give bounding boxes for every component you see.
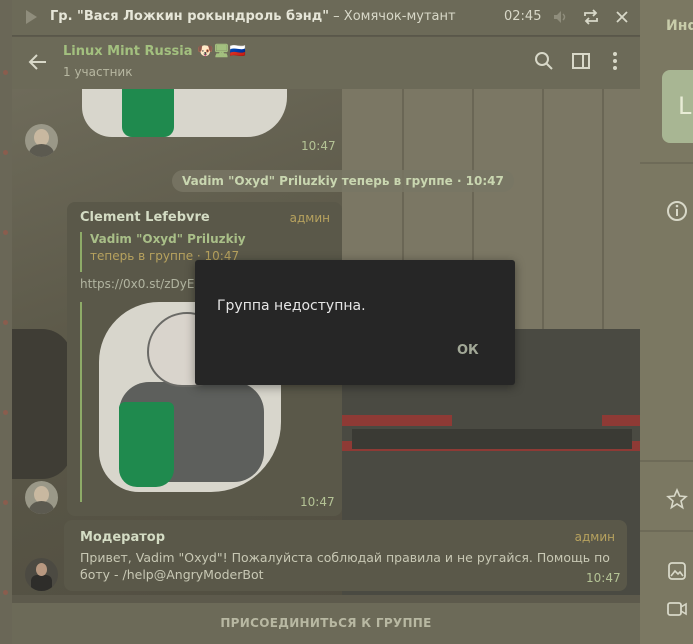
track-info: Гр. "Вася Ложкин рокындроль бэнд" – Хомя… bbox=[50, 9, 456, 24]
star-icon[interactable] bbox=[666, 487, 688, 510]
volume-icon[interactable] bbox=[552, 8, 570, 30]
avatar[interactable] bbox=[25, 481, 58, 514]
sidebar-toggle-icon[interactable] bbox=[571, 51, 591, 75]
repeat-icon[interactable] bbox=[582, 8, 600, 30]
message-author[interactable]: Модератор bbox=[80, 530, 165, 545]
track-separator: – bbox=[329, 9, 344, 24]
info-panel: Инфо L bbox=[640, 0, 693, 644]
avatar[interactable] bbox=[25, 558, 58, 591]
message-time: 10:47 bbox=[586, 571, 621, 585]
service-message: Vadim "Oxyd" Priluzkiy теперь в группе ·… bbox=[172, 170, 514, 192]
sticker-coffee[interactable] bbox=[82, 89, 287, 137]
member-count: 1 участник bbox=[63, 65, 133, 79]
info-icon bbox=[666, 200, 688, 222]
music-player-bar: Гр. "Вася Ложкин рокындроль бэнд" – Хомя… bbox=[12, 0, 640, 36]
message-text: Привет, Vadim "Oxyd"! Пожалуйста соблюда… bbox=[80, 550, 610, 582]
admin-badge: админ bbox=[289, 211, 330, 225]
close-icon[interactable] bbox=[614, 8, 630, 30]
chat-header: Linux Mint Russia 🐶🖥🇷🇺 1 участник bbox=[12, 37, 640, 89]
message-author[interactable]: Clement Lefebvre bbox=[80, 210, 210, 225]
quote-bar bbox=[80, 302, 82, 502]
divider bbox=[640, 460, 693, 462]
message-bubble[interactable]: Модератор админ Привет, Vadim "Oxyd"! По… bbox=[64, 520, 627, 591]
admin-badge: админ bbox=[574, 530, 615, 544]
play-icon[interactable] bbox=[24, 9, 38, 29]
divider bbox=[640, 162, 693, 164]
photo-icon[interactable] bbox=[666, 560, 688, 582]
back-arrow-icon[interactable] bbox=[28, 52, 48, 76]
more-vert-icon[interactable] bbox=[612, 51, 618, 75]
message-time: 10:47 bbox=[301, 139, 336, 153]
track-time: 02:45 bbox=[504, 9, 542, 24]
video-icon[interactable] bbox=[666, 598, 688, 620]
card-letter: L bbox=[678, 92, 692, 120]
left-window-edge bbox=[0, 0, 12, 644]
error-dialog: Группа недоступна. ОК bbox=[195, 260, 515, 385]
chat-title-text: Linux Mint Russia bbox=[63, 44, 193, 59]
ok-button[interactable]: ОК bbox=[457, 343, 479, 358]
avatar[interactable] bbox=[25, 124, 58, 157]
message-link[interactable]: https://0x0.st/zDyE bbox=[80, 277, 194, 291]
join-bar: ПРИСОЕДИНИТЬСЯ К ГРУППЕ bbox=[12, 603, 640, 644]
track-group: Гр. "Вася Ложкин рокындроль бэнд" bbox=[50, 9, 330, 24]
chat-title[interactable]: Linux Mint Russia 🐶🖥🇷🇺 bbox=[63, 44, 246, 59]
search-icon[interactable] bbox=[534, 51, 554, 75]
reply-author: Vadim "Oxyd" Priluzkiy bbox=[90, 232, 246, 246]
panel-title: Инфо bbox=[666, 18, 693, 34]
message-time: 10:47 bbox=[300, 495, 335, 509]
divider bbox=[640, 530, 693, 532]
dialog-message: Группа недоступна. bbox=[217, 298, 366, 314]
track-title: Хомячок-мутант bbox=[343, 9, 456, 24]
chat-title-emoji: 🐶🖥🇷🇺 bbox=[197, 44, 246, 59]
profile-card[interactable]: L bbox=[662, 70, 693, 143]
join-group-button[interactable]: ПРИСОЕДИНИТЬСЯ К ГРУППЕ bbox=[12, 603, 640, 644]
wallpaper-car-left bbox=[12, 329, 72, 479]
